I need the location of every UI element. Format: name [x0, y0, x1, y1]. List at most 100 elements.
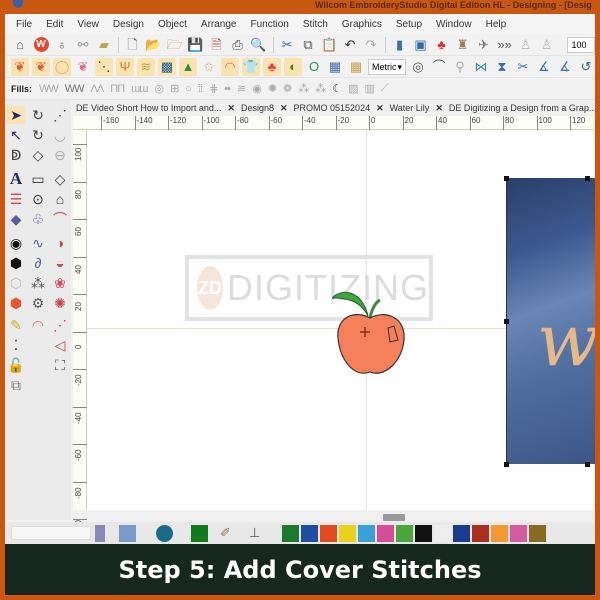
squiggle-icon[interactable]: ∿	[29, 234, 47, 252]
crescent-icon[interactable]: ☾	[330, 82, 343, 95]
tatami-fill-icon[interactable]: WW	[63, 83, 86, 95]
hexagon-dot-icon[interactable]: ⬢	[7, 254, 25, 272]
photo-fill-icon[interactable]: ▥	[363, 82, 376, 95]
reshape-nodes-icon[interactable]: ⋱	[95, 57, 113, 76]
angle-icon[interactable]: ∡	[535, 58, 553, 76]
scale-icon[interactable]: ⛶	[51, 356, 69, 374]
redo-icon[interactable]: ↷	[362, 36, 380, 54]
cross-fill-icon[interactable]: ◎	[152, 82, 165, 95]
select-arrow-icon[interactable]: ➤	[7, 106, 25, 124]
tshirt-icon[interactable]: 👕	[242, 57, 260, 76]
selection-handle[interactable]	[585, 462, 590, 467]
current-color-swatch[interactable]	[191, 524, 208, 542]
chain-fill-icon[interactable]: ••	[222, 83, 232, 95]
half-circle-icon[interactable]: ◑	[51, 234, 69, 252]
menu-stitch[interactable]: Stitch	[296, 19, 335, 30]
color-swatch[interactable]	[415, 524, 432, 542]
grid-icon[interactable]: ▦	[326, 58, 344, 76]
selection-handle[interactable]	[585, 176, 590, 181]
selection-handle[interactable]	[504, 462, 509, 467]
close-icon[interactable]: ✕	[224, 103, 238, 114]
menu-view[interactable]: View	[70, 19, 106, 30]
open-folder-icon[interactable]: 📂	[145, 36, 163, 54]
tab-water-lily[interactable]: Water Lily	[387, 103, 433, 113]
close-icon[interactable]: ✕	[373, 103, 387, 114]
shapes-icon[interactable]: ▲	[179, 57, 197, 76]
menu-arrange[interactable]: Arrange	[194, 19, 244, 30]
units-select[interactable]: Metric ▾	[368, 58, 406, 75]
satin-leaf-icon[interactable]: ❦	[11, 57, 29, 76]
ellipse-tool-icon[interactable]: ⊙	[29, 190, 47, 208]
split-circle-icon[interactable]: ◒	[51, 254, 69, 272]
measure-icon[interactable]: ◎	[409, 58, 427, 76]
selection-handle[interactable]	[504, 176, 509, 181]
hexagon-outline-icon[interactable]: ⬡	[7, 274, 25, 292]
menu-graphics[interactable]: Graphics	[335, 19, 389, 30]
save-icon[interactable]: 💾	[187, 36, 205, 54]
flower-fill-icon[interactable]: ❁	[281, 82, 293, 95]
shapes-tool-icon[interactable]: ♧	[29, 210, 47, 228]
stipple-fill-icon[interactable]: ⁂	[313, 82, 327, 95]
selection-handle[interactable]	[504, 319, 509, 324]
apple-design[interactable]	[332, 280, 412, 380]
tree-icon[interactable]: ⚲	[451, 58, 469, 76]
outline-leaf-icon[interactable]: ◯	[53, 57, 71, 76]
person-alt-icon[interactable]: ♙	[538, 36, 556, 54]
menu-window[interactable]: Window	[429, 19, 479, 30]
open-recent-icon[interactable]: 🗁	[166, 36, 184, 54]
overlap-icon[interactable]: ⧉	[7, 376, 25, 394]
fish-icon[interactable]: ≋	[137, 57, 155, 76]
ring-icon[interactable]: O	[305, 58, 323, 76]
node-path-icon[interactable]: ⋰	[51, 316, 69, 334]
brush-icon[interactable]: ✐	[220, 525, 237, 542]
palette-icon[interactable]	[95, 524, 105, 542]
picture-icon[interactable]: ▩	[158, 57, 176, 76]
close-icon[interactable]: ✕	[432, 103, 446, 114]
tab-design8[interactable]: Design8	[238, 103, 277, 113]
color-swatch[interactable]	[453, 524, 470, 542]
loop-icon[interactable]: ∂	[29, 254, 47, 272]
color-swatch[interactable]	[472, 524, 489, 542]
color-swatch[interactable]	[377, 524, 394, 542]
break-apart-icon[interactable]: ✂	[514, 58, 532, 76]
target-icon[interactable]: ◉	[7, 234, 25, 252]
zoom-level-input[interactable]: 100	[566, 36, 595, 53]
appliqué-icon[interactable]: ◠	[221, 57, 239, 76]
color-swatch[interactable]	[510, 524, 527, 542]
motif-fill-icon[interactable]: ⊞	[168, 82, 180, 95]
radial-fill-icon[interactable]: ✺	[266, 82, 278, 95]
mirror-icon[interactable]: ⋈	[472, 58, 490, 76]
stitch-player-icon[interactable]: ♜	[454, 36, 472, 54]
menu-edit[interactable]: Edit	[39, 19, 70, 30]
background-photo[interactable]: w	[506, 178, 595, 464]
print-icon[interactable]: ⎙	[229, 36, 247, 54]
stripes-icon[interactable]: ❦	[74, 58, 92, 76]
paste-icon[interactable]: 📋	[320, 36, 338, 54]
color-swatch[interactable]	[320, 524, 337, 542]
polyline-select-icon[interactable]: ↖	[7, 126, 25, 144]
home-icon[interactable]: ⌂	[11, 36, 29, 54]
tab-promo[interactable]: PROMO 05152024	[291, 103, 374, 113]
star-icon[interactable]: ✩	[200, 58, 218, 76]
color-blend-icon[interactable]: ♣	[263, 57, 281, 76]
ring-tool-icon[interactable]: ⊖	[51, 146, 69, 164]
thread-icon[interactable]: ▮	[391, 36, 409, 54]
node-shape-icon[interactable]: ◇	[29, 146, 47, 164]
rectangle-tool-icon[interactable]: ▭	[29, 170, 47, 188]
dots-icon[interactable]: ⁚	[7, 336, 25, 354]
pencil-icon[interactable]: ✎	[7, 316, 25, 334]
triangle-icon[interactable]: ◁	[51, 336, 69, 354]
polygon-nodes-icon[interactable]: ◇	[51, 170, 69, 188]
color-swatch[interactable]	[301, 524, 318, 542]
wilcom-logo-icon[interactable]: W	[32, 36, 50, 54]
colorwheel-icon[interactable]: ♣	[433, 36, 451, 54]
arc-tool-icon[interactable]: ◡	[51, 126, 69, 144]
folder-browse-icon[interactable]: ▰	[95, 36, 113, 54]
wheel-icon[interactable]: ✺	[51, 294, 69, 312]
flower-tool-icon[interactable]: ❀	[51, 274, 69, 292]
hourglass-icon[interactable]: ⧗	[493, 58, 511, 76]
link-icon[interactable]: ⚯	[74, 36, 92, 54]
angle-alt-icon[interactable]: ∡	[556, 58, 574, 76]
rotate-icon[interactable]: ↺	[577, 58, 595, 76]
horizontal-scrollbar-thumb[interactable]	[383, 514, 405, 521]
